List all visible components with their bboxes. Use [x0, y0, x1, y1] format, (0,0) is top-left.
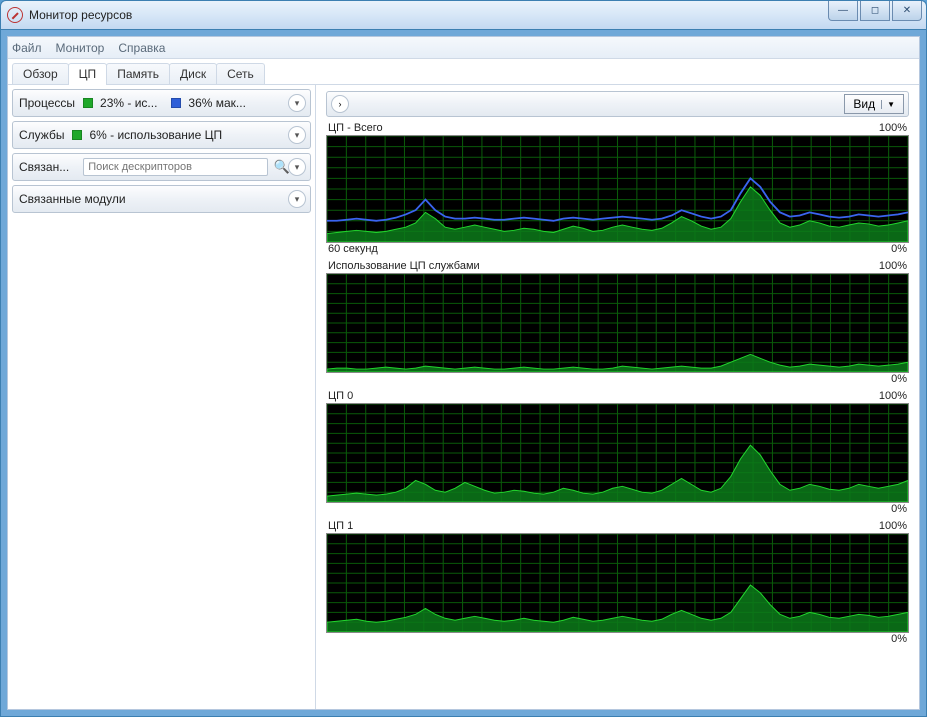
chart-ymax: 100% [879, 390, 907, 402]
section-services[interactable]: Службы 6% - использование ЦП ▾ [12, 121, 311, 149]
chart-xlabel: 60 секунд [328, 243, 378, 255]
chevron-down-icon[interactable]: ▾ [288, 158, 306, 176]
section-processes[interactable]: Процессы 23% - ис... 36% мак... ▾ [12, 89, 311, 117]
section-modules[interactable]: Связанные модули ▾ [12, 185, 311, 213]
charts-container: ЦП - Всего100%60 секунд0%Использование Ц… [326, 121, 909, 703]
chart-block: ЦП - Всего 100% 60 секунд 0% [326, 121, 909, 257]
title-bar[interactable]: Монитор ресурсов — ◻ ✕ [0, 0, 927, 30]
client-frame: Файл Монитор Справка Обзор ЦП Память Дис… [0, 30, 927, 717]
menu-monitor[interactable]: Монитор [56, 41, 105, 55]
tab-memory[interactable]: Память [106, 63, 170, 84]
processes-usage: 23% - ис... [100, 96, 157, 110]
menu-bar: Файл Монитор Справка [8, 37, 919, 59]
chart-canvas [326, 273, 909, 373]
section-label: Службы [19, 128, 64, 142]
chart-title: ЦП - Всего [328, 122, 383, 134]
tab-overview[interactable]: Обзор [12, 63, 69, 84]
left-panel: Процессы 23% - ис... 36% мак... ▾ Службы [8, 85, 316, 709]
chart-ymin: 0% [891, 373, 907, 385]
chart-title: ЦП 1 [328, 520, 353, 532]
minimize-button[interactable]: — [828, 1, 858, 21]
chevron-down-icon[interactable]: ▾ [288, 190, 306, 208]
chart-ymax: 100% [879, 122, 907, 134]
window-title: Монитор ресурсов [29, 8, 132, 22]
chart-title: ЦП 0 [328, 390, 353, 402]
window-controls: — ◻ ✕ [828, 1, 922, 21]
search-input[interactable] [83, 158, 268, 176]
right-panel: › Вид ▼ ЦП - Всего100%60 секунд0%Использ… [316, 85, 919, 709]
chart-canvas [326, 403, 909, 503]
green-swatch-icon [83, 98, 93, 108]
tab-cpu[interactable]: ЦП [68, 63, 108, 85]
blue-swatch-icon [171, 98, 181, 108]
chevron-down-icon[interactable]: ▾ [288, 126, 306, 144]
section-handles[interactable]: Связан... 🔍 ↻ ▾ [12, 153, 311, 181]
section-label: Связан... [19, 160, 69, 174]
close-button[interactable]: ✕ [892, 1, 922, 21]
section-label: Процессы [19, 96, 75, 110]
window-frame: Монитор ресурсов — ◻ ✕ Файл Монитор Спра… [0, 0, 927, 717]
chart-title: Использование ЦП службами [328, 260, 480, 272]
tab-network[interactable]: Сеть [216, 63, 265, 84]
chevron-down-icon[interactable]: ▾ [288, 94, 306, 112]
chart-block: ЦП 0 100% 0% [326, 389, 909, 517]
view-dropdown[interactable]: Вид ▼ [844, 94, 904, 114]
menu-file[interactable]: Файл [12, 41, 42, 55]
collapse-icon[interactable]: › [331, 95, 349, 113]
chart-ymax: 100% [879, 260, 907, 272]
processes-max: 36% мак... [188, 96, 246, 110]
tab-disk[interactable]: Диск [169, 63, 217, 84]
chart-canvas [326, 135, 909, 243]
chart-ymax: 100% [879, 520, 907, 532]
services-usage: 6% - использование ЦП [89, 128, 222, 142]
client-area: Файл Монитор Справка Обзор ЦП Память Дис… [7, 36, 920, 710]
chart-ymin: 0% [891, 633, 907, 645]
chart-canvas [326, 533, 909, 633]
maximize-button[interactable]: ◻ [860, 1, 890, 21]
processes-metrics: 23% - ис... 36% мак... [83, 96, 246, 110]
services-metrics: 6% - использование ЦП [72, 128, 222, 142]
section-label: Связанные модули [19, 192, 126, 206]
view-label: Вид [853, 97, 875, 111]
charts-toolbar: › Вид ▼ [326, 91, 909, 117]
chevron-down-icon: ▼ [881, 100, 895, 109]
content-split: Процессы 23% - ис... 36% мак... ▾ Службы [8, 85, 919, 709]
menu-help[interactable]: Справка [118, 41, 165, 55]
tab-bar: Обзор ЦП Память Диск Сеть [8, 59, 919, 85]
chart-block: Использование ЦП службами 100% 0% [326, 259, 909, 387]
chart-ymin: 0% [891, 503, 907, 515]
chart-block: ЦП 1 100% 0% [326, 519, 909, 647]
app-icon [7, 7, 23, 23]
chart-ymin: 0% [891, 243, 907, 255]
green-swatch-icon [72, 130, 82, 140]
